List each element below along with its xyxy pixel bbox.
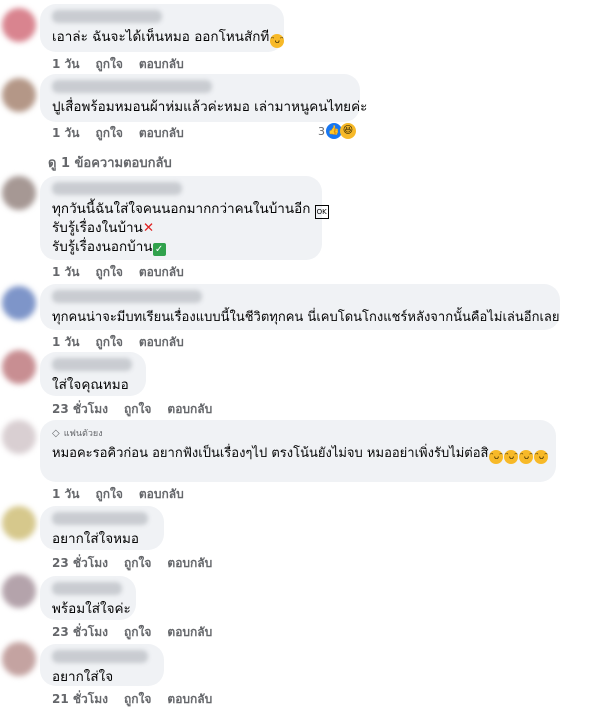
reply-button[interactable]: ตอบกลับ <box>167 690 212 709</box>
rolling-laugh-icon: ᵔᴗᵔ <box>534 450 549 464</box>
reply-button[interactable]: ตอบกลับ <box>139 333 184 352</box>
badge-label: แฟนตัวยง <box>63 429 103 439</box>
diamond-icon: ◇ <box>52 427 60 439</box>
comment-actions: 23 ชั่วโมง ถูกใจ ตอบกลับ <box>52 554 212 573</box>
avatar[interactable] <box>2 8 36 42</box>
comment-bubble: พร้อมใส่ใจค่ะ <box>40 576 136 620</box>
like-button[interactable]: ถูกใจ <box>124 400 151 419</box>
avatar[interactable] <box>2 176 36 210</box>
reaction-count: 3 <box>318 124 325 138</box>
comment-actions: 1 วัน ถูกใจ ตอบกลับ <box>52 485 184 504</box>
comment-bubble: ◇ แฟนตัวยง หมอคะรอคิวก่อน อยากฟังเป็นเรื… <box>40 420 556 482</box>
comment-text: เอาล่ะ ฉันจะได้เห็นหมอ ออกโหนสักที <box>52 29 270 45</box>
rolling-laugh-icon: ᵔᴗᵔ <box>504 450 519 464</box>
rolling-laugh-icon: ᵔᴗᵔ <box>519 450 534 464</box>
avatar[interactable] <box>2 420 36 454</box>
comment-bubble: เอาล่ะ ฉันจะได้เห็นหมอ ออกโหนสักที ᵔᴗᵔ <box>40 4 285 52</box>
comment-actions: 1 วัน ถูกใจ ตอบกลับ <box>52 263 184 282</box>
comment-text: อยากใส่ใจหมอ <box>52 531 140 547</box>
comment-timestamp[interactable]: 1 วัน <box>52 55 79 74</box>
commenter-name-blurred[interactable] <box>52 10 162 23</box>
comment-actions: 1 วัน ถูกใจ ตอบกลับ <box>52 333 184 352</box>
comment-actions: 1 วัน ถูกใจ ตอบกลับ <box>52 55 184 74</box>
comment-text: หมอคะรอคิวก่อน อยากฟังเป็นเรื่องๆไป ตรงโ… <box>52 446 489 461</box>
comment-actions: 23 ชั่วโมง ถูกใจ ตอบกลับ <box>52 400 212 419</box>
check-mark-icon: ✓ <box>152 243 166 256</box>
comment-thread: เอาล่ะ ฉันจะได้เห็นหมอ ออกโหนสักที ᵔᴗᵔ 1 … <box>0 0 606 706</box>
haha-icon: 😆 <box>340 123 356 139</box>
like-button[interactable]: ถูกใจ <box>95 263 122 282</box>
comment-timestamp[interactable]: 23 ชั่วโมง <box>52 623 108 642</box>
comment-timestamp[interactable]: 1 วัน <box>52 263 79 282</box>
reply-button[interactable]: ตอบกลับ <box>139 124 184 143</box>
avatar[interactable] <box>2 642 36 676</box>
comment-text: พร้อมใส่ใจค่ะ <box>52 601 131 617</box>
comment-bubble: อยากใส่ใจ <box>40 644 164 686</box>
comment-actions: 23 ชั่วโมง ถูกใจ ตอบกลับ <box>52 623 212 642</box>
commenter-name-blurred[interactable] <box>52 650 148 663</box>
like-button[interactable]: ถูกใจ <box>124 690 151 709</box>
like-button[interactable]: ถูกใจ <box>95 124 122 143</box>
comment-text: อยากใส่ใจ <box>52 669 114 685</box>
avatar[interactable] <box>2 506 36 540</box>
commenter-name-blurred[interactable] <box>52 290 202 303</box>
reply-button[interactable]: ตอบกลับ <box>167 623 212 642</box>
comment-actions: 1 วัน ถูกใจ ตอบกลับ <box>52 124 184 143</box>
comment-timestamp[interactable]: 1 วัน <box>52 124 79 143</box>
comment-text-line-2: รับรู้เรื่องในบ้าน <box>52 220 143 236</box>
avatar[interactable] <box>2 574 36 608</box>
commenter-name-blurred[interactable] <box>52 182 182 195</box>
reply-button[interactable]: ตอบกลับ <box>167 400 212 419</box>
comment-timestamp[interactable]: 23 ชั่วโมง <box>52 554 108 573</box>
comment-timestamp[interactable]: 1 วัน <box>52 333 79 352</box>
comment-text-line-3: รับรู้เรื่องนอกบ้าน <box>52 239 153 255</box>
comment-text: ใส่ใจคุณหมอ <box>52 377 129 393</box>
commenter-name-blurred[interactable] <box>52 582 122 595</box>
commenter-name-blurred[interactable] <box>52 512 148 525</box>
like-button[interactable]: ถูกใจ <box>95 333 122 352</box>
reaction-summary[interactable]: 3 👍 😆 <box>318 123 356 139</box>
reply-button[interactable]: ตอบกลับ <box>167 554 212 573</box>
view-replies-link[interactable]: ดู 1 ข้อความตอบกลับ <box>48 152 172 173</box>
comment-text: ทุกวันนี้ฉันใส่ใจคนนอกมากกว่าคนในบ้านอีก <box>52 201 311 217</box>
avatar[interactable] <box>2 286 36 320</box>
comment-timestamp[interactable]: 23 ชั่วโมง <box>52 400 108 419</box>
like-button[interactable]: ถูกใจ <box>124 623 151 642</box>
comment-timestamp[interactable]: 21 ชั่วโมง <box>52 690 108 709</box>
top-fan-badge[interactable]: ◇ แฟนตัวยง <box>52 426 544 440</box>
comment-bubble: ใส่ใจคุณหมอ <box>40 352 146 396</box>
comment-text: ทุกคนน่าจะมีบทเรียนเรื่องแบบนี้ในชีวิตทุ… <box>52 310 560 325</box>
rolling-laugh-icon: ᵔᴗᵔ <box>489 450 504 464</box>
cross-mark-icon: ✕ <box>142 220 155 236</box>
comment-timestamp[interactable]: 1 วัน <box>52 485 79 504</box>
comment-bubble: ปูเสื่อพร้อมหมอนผ้าห่มแล้วค่ะหมอ เล่ามาห… <box>40 74 368 122</box>
commenter-name-blurred[interactable] <box>52 358 132 371</box>
reply-button[interactable]: ตอบกลับ <box>139 55 184 74</box>
comment-bubble: ทุกวันนี้ฉันใส่ใจคนนอกมากกว่าคนในบ้านอีก… <box>40 176 329 260</box>
avatar[interactable] <box>2 78 36 112</box>
reply-button[interactable]: ตอบกลับ <box>139 485 184 504</box>
comment-actions: 21 ชั่วโมง ถูกใจ ตอบกลับ <box>52 690 212 709</box>
ok-box-icon: OK <box>314 205 329 219</box>
like-button[interactable]: ถูกใจ <box>95 485 122 504</box>
reply-button[interactable]: ตอบกลับ <box>139 263 184 282</box>
avatar[interactable] <box>2 350 36 384</box>
commenter-name-blurred[interactable] <box>52 80 212 93</box>
comment-bubble: ทุกคนน่าจะมีบทเรียนเรื่องแบบนี้ในชีวิตทุ… <box>40 284 560 330</box>
like-button[interactable]: ถูกใจ <box>124 554 151 573</box>
comment-text: ปูเสื่อพร้อมหมอนผ้าห่มแล้วค่ะหมอ เล่ามาห… <box>52 99 368 115</box>
grin-sweat-face-icon: ᵔᴗᵔ <box>270 34 285 48</box>
like-button[interactable]: ถูกใจ <box>95 55 122 74</box>
comment-bubble: อยากใส่ใจหมอ <box>40 506 164 550</box>
